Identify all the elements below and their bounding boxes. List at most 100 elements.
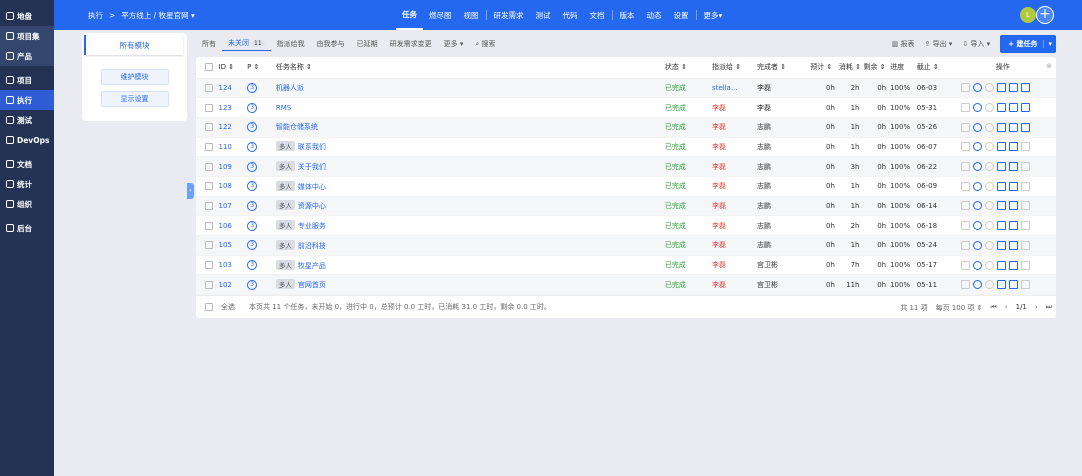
finish-check-icon[interactable] <box>985 280 995 290</box>
export-button[interactable]: ⇪ 导出 ▾ <box>924 39 952 49</box>
edit-icon[interactable] <box>1009 221 1019 231</box>
batch-create-icon[interactable] <box>1021 240 1031 250</box>
nav-item-1[interactable]: 燃尽图 <box>423 0 458 30</box>
col-id[interactable]: ID ⇕ <box>218 57 248 79</box>
col-finisher[interactable]: 完成者 ⇕ <box>757 57 811 79</box>
first-page-icon[interactable]: ⏮ <box>990 303 996 313</box>
avatar[interactable]: L <box>1020 7 1036 23</box>
task-id[interactable]: 105 <box>218 235 248 256</box>
sidebar-item-4[interactable]: 执行 <box>0 90 54 110</box>
prev-page-icon[interactable]: ‹ <box>1005 303 1008 313</box>
task-id[interactable]: 107 <box>218 196 248 217</box>
start-icon[interactable] <box>961 221 971 231</box>
start-icon[interactable] <box>961 162 971 172</box>
col-name[interactable]: 任务名称 ⇕ <box>275 57 665 79</box>
col-consumed[interactable]: 消耗 ⇕ <box>838 57 864 79</box>
power-icon[interactable] <box>973 103 983 113</box>
log-effort-icon[interactable] <box>997 122 1007 132</box>
table-row[interactable]: 105 3 多人 前沿科技 已完成 李磊 志鹏 0h 1h 0h 100% 05-24 <box>196 235 1056 256</box>
filter-assigned-to-me[interactable]: 指派给我 <box>271 39 311 49</box>
table-row[interactable]: 108 3 多人 媒体中心 已完成 李磊 志鹏 0h 1h 0h 100% 06-09 <box>196 176 1056 197</box>
start-icon[interactable] <box>961 142 971 152</box>
power-icon[interactable] <box>973 221 983 231</box>
edit-icon[interactable] <box>1009 201 1019 211</box>
col-deadline[interactable]: 截止 ⇕ <box>916 57 950 79</box>
finish-check-icon[interactable] <box>985 142 995 152</box>
row-checkbox[interactable] <box>205 142 213 151</box>
nav-item-5[interactable]: 代码 <box>557 0 584 30</box>
batch-create-icon[interactable] <box>1021 122 1031 132</box>
task-name-link[interactable]: 智能仓储系统 <box>276 123 318 131</box>
start-icon[interactable] <box>961 201 971 211</box>
task-name-link[interactable]: 牧星产品 <box>298 262 326 270</box>
task-name-link[interactable]: RMS <box>276 104 291 112</box>
finish-check-icon[interactable] <box>985 103 995 113</box>
start-icon[interactable] <box>961 260 971 270</box>
task-name-link[interactable]: 专业服务 <box>298 222 326 230</box>
table-row[interactable]: 109 3 多人 关于我们 已完成 李磊 志鹏 0h 3h 0h 100% 06-22 <box>196 156 1056 177</box>
all-modules-tab[interactable]: 所有模块 <box>84 35 183 55</box>
col-status[interactable]: 状态 ⇕ <box>664 57 712 79</box>
col-assignee[interactable]: 指派给 ⇕ <box>711 57 758 79</box>
task-assignee[interactable]: 李磊 <box>711 255 758 276</box>
task-assignee[interactable]: 李磊 <box>711 97 758 118</box>
edit-icon[interactable] <box>1009 103 1019 113</box>
batch-create-icon[interactable] <box>1021 181 1031 191</box>
task-assignee[interactable]: 李磊 <box>711 235 758 256</box>
create-task-button[interactable]: + 建任务 ▾ <box>1000 35 1056 53</box>
column-settings-icon[interactable]: ⊗ <box>1046 62 1052 70</box>
finish-check-icon[interactable] <box>985 221 995 231</box>
start-icon[interactable] <box>961 240 971 250</box>
row-checkbox[interactable] <box>205 123 213 132</box>
finish-check-icon[interactable] <box>985 181 995 191</box>
start-icon[interactable] <box>961 280 971 290</box>
nav-item-7[interactable]: 版本 <box>614 0 641 30</box>
finish-check-icon[interactable] <box>985 162 995 172</box>
log-effort-icon[interactable] <box>997 201 1007 211</box>
edit-icon[interactable] <box>1009 240 1019 250</box>
log-effort-icon[interactable] <box>997 83 1007 93</box>
table-row[interactable]: 122 3 智能仓储系统 已完成 李磊 志鹏 0h 1h 0h 100% 05-26 <box>196 117 1056 138</box>
nav-item-8[interactable]: 动态 <box>641 0 668 30</box>
sidebar-item-3[interactable]: 项目 <box>0 70 54 90</box>
task-name-link[interactable]: 官网首页 <box>298 281 326 289</box>
edit-icon[interactable] <box>1009 142 1019 152</box>
log-effort-icon[interactable] <box>997 221 1007 231</box>
breadcrumb-root[interactable]: 执行 <box>88 10 103 21</box>
select-all-header-checkbox[interactable] <box>205 63 213 72</box>
power-icon[interactable] <box>973 181 983 191</box>
nav-item-2[interactable]: 视图 <box>458 0 485 30</box>
filter-delayed[interactable]: 已延期 <box>351 39 384 49</box>
last-page-icon[interactable]: ⏭ <box>1046 303 1052 313</box>
task-assignee[interactable]: stella... <box>711 78 758 99</box>
sidebar-item-10[interactable]: 后台 <box>0 218 54 238</box>
edit-icon[interactable] <box>1009 280 1019 290</box>
edit-icon[interactable] <box>1009 83 1019 93</box>
sidebar-item-1[interactable]: 项目集 <box>0 26 54 46</box>
log-effort-icon[interactable] <box>997 142 1007 152</box>
task-assignee[interactable]: 李磊 <box>711 117 758 138</box>
log-effort-icon[interactable] <box>997 181 1007 191</box>
row-checkbox[interactable] <box>205 103 213 112</box>
task-id[interactable]: 106 <box>218 215 248 236</box>
table-row[interactable]: 103 3 多人 牧星产品 已完成 李磊 宫卫彬 0h 7h 0h 100% 05-17 <box>196 255 1056 276</box>
task-id[interactable]: 123 <box>218 97 248 118</box>
quick-create-button[interactable]: + <box>1036 6 1054 24</box>
table-row[interactable]: 107 3 多人 资源中心 已完成 李磊 志鹏 0h 1h 0h 100% 06-14 <box>196 196 1056 217</box>
task-id[interactable]: 122 <box>218 117 248 138</box>
power-icon[interactable] <box>973 162 983 172</box>
batch-create-icon[interactable] <box>1021 142 1031 152</box>
finish-check-icon[interactable] <box>985 201 995 211</box>
filter-more[interactable]: 更多 ▾ <box>438 39 470 49</box>
task-id[interactable]: 103 <box>218 255 248 276</box>
log-effort-icon[interactable] <box>997 240 1007 250</box>
edit-icon[interactable] <box>1009 260 1019 270</box>
create-dropdown-icon[interactable]: ▾ <box>1043 40 1056 48</box>
power-icon[interactable] <box>973 122 983 132</box>
task-id[interactable]: 102 <box>218 274 248 296</box>
batch-create-icon[interactable] <box>1021 221 1031 231</box>
log-effort-icon[interactable] <box>997 103 1007 113</box>
sidebar-item-7[interactable]: 文档 <box>0 154 54 174</box>
sidebar-item-0[interactable]: 地盘 <box>0 6 54 26</box>
next-page-icon[interactable]: › <box>1035 303 1038 313</box>
